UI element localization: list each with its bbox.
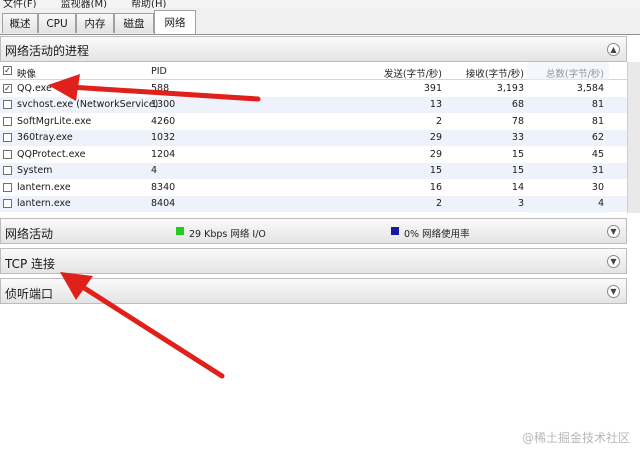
arrow-to-qq-row <box>48 74 261 102</box>
arrow-to-tcp-section <box>60 272 225 379</box>
watermark: @稀土掘金技术社区 <box>521 431 630 445</box>
annotation-arrows <box>48 74 261 379</box>
